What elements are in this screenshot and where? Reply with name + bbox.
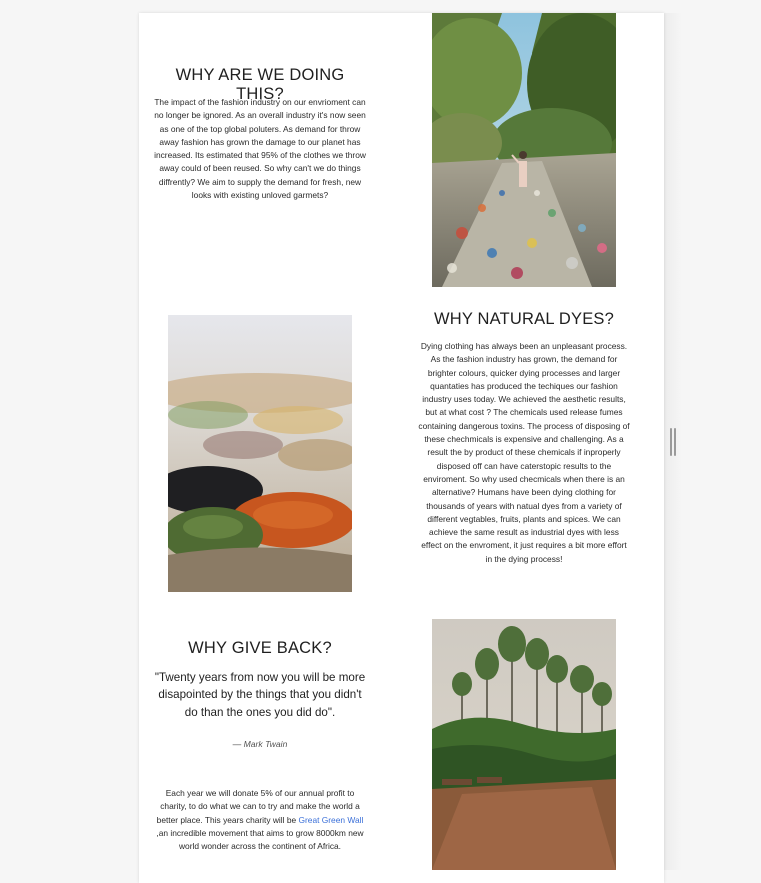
section-title-natural-dyes: WHY NATURAL DYES? [433,310,615,328]
trees-photo [432,619,616,870]
quote-attribution: — Mark Twain [232,739,288,749]
great-green-wall-link[interactable]: Great Green Wall [298,815,363,825]
resize-handle[interactable] [670,428,676,456]
section-body-natural-dyes: Dying clothing has always been an unplea… [418,341,630,564]
mark-twain-quote: "Twenty years from now you will be more … [154,671,366,719]
spices-photo [168,315,352,592]
section-title-give-back: WHY GIVE BACK? [188,639,332,657]
section-body-why-doing: The impact of the fashion industry on ou… [154,97,366,201]
pollution-photo [432,13,616,287]
section-body-give-back: Each year we will donate 5% of our annua… [156,787,364,853]
give-back-text-end: ,an incredible movement that aims to gro… [156,827,364,852]
